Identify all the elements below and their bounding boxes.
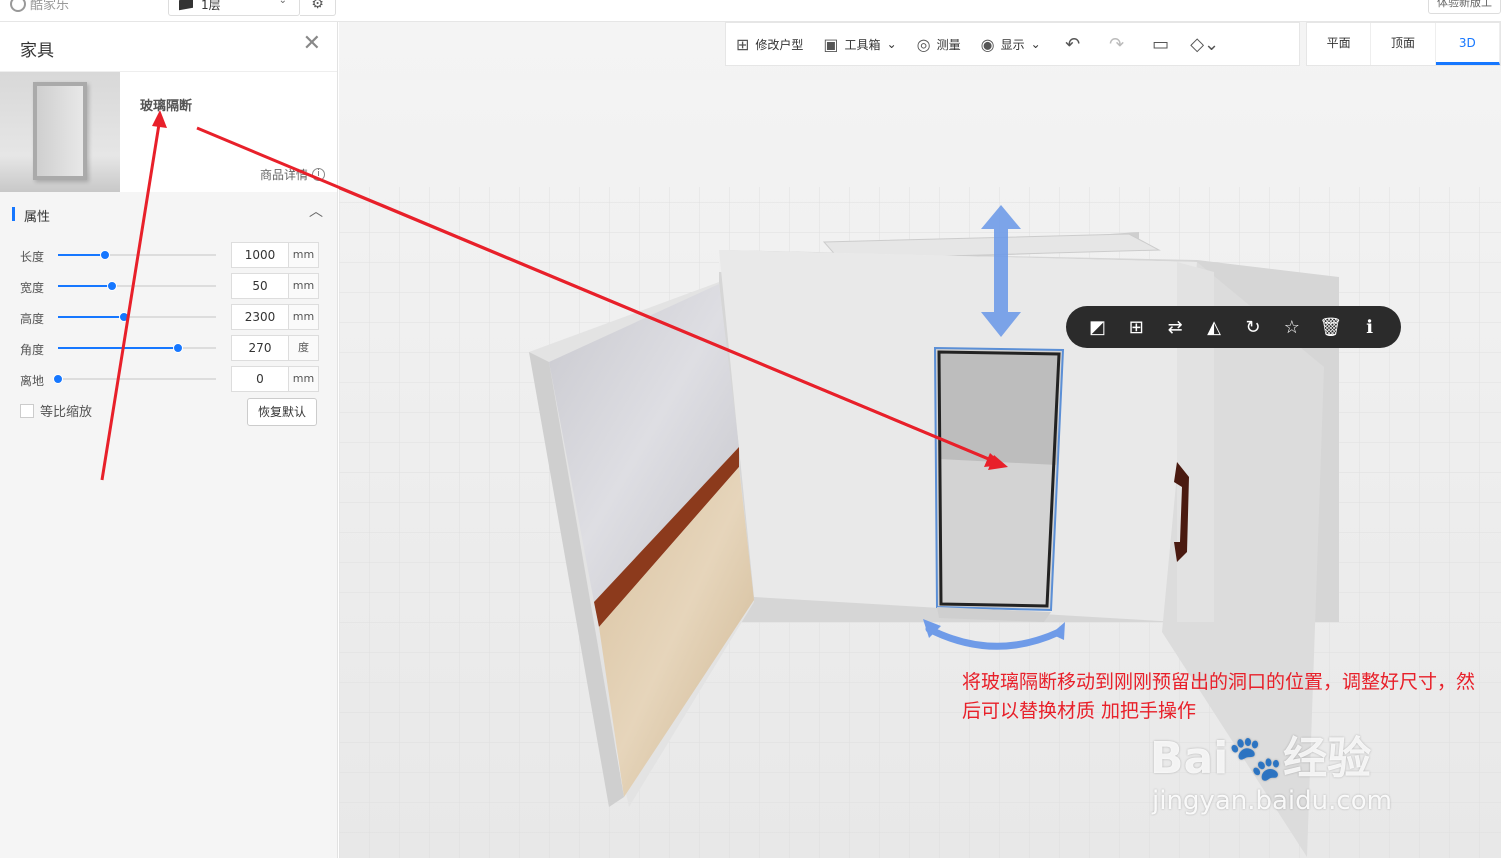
attribute-value-input[interactable]: 50 <box>231 273 289 299</box>
chevron-down-icon: ⌄ <box>886 37 897 51</box>
undo-icon[interactable]: ↶ <box>1051 22 1095 66</box>
swap-icon[interactable]: ⇄ <box>1161 317 1189 338</box>
floor-select[interactable]: 1层 ⌄ <box>168 0 300 16</box>
slider-handle[interactable] <box>173 343 184 353</box>
furniture-panel: 家具 ✕ 玻璃隔断 商品详情 i 属性 ︿ 长度 1000 mm 宽度 50 mm 高度 23… <box>0 22 338 858</box>
save-icon[interactable]: ▭ <box>1139 22 1183 66</box>
chevron-down-icon: ⌄ <box>1030 37 1041 51</box>
toolbox-icon: ▣ <box>823 34 839 54</box>
product-thumbnail <box>0 72 120 192</box>
proportional-label: 等比缩放 <box>40 405 93 420</box>
app-logo[interactable]: 酷家乐 <box>10 0 69 13</box>
toolbar-measure[interactable]: ◎ 测量 <box>907 22 971 66</box>
attribute-slider[interactable] <box>58 343 216 353</box>
tab-3d[interactable]: 3D <box>1435 23 1500 65</box>
attribute-label: 角度 <box>20 343 45 357</box>
attributes-header[interactable]: 属性 ︿ <box>0 192 337 232</box>
slider-handle[interactable] <box>53 374 63 384</box>
logo-icon <box>10 0 26 12</box>
section-marker <box>12 207 15 221</box>
attribute-label: 长度 <box>20 250 45 264</box>
toolbar-measure-label: 测量 <box>936 37 961 52</box>
attribute-label: 宽度 <box>20 281 45 295</box>
replace-material-icon[interactable]: ◩ <box>1083 317 1111 338</box>
attribute-unit: 度 <box>288 335 319 361</box>
attribute-slider[interactable] <box>58 250 216 260</box>
attribute-row: 长度 1000 mm <box>0 242 338 268</box>
top-bar: 酷家乐 1层 ⌄ ⚙ 体验新版工 <box>0 0 1501 22</box>
attribute-label: 高度 <box>20 312 45 326</box>
info-icon[interactable]: ℹ <box>1356 317 1384 338</box>
attribute-row: 高度 2300 mm <box>0 304 338 330</box>
mirror-icon[interactable]: ◭ <box>1200 317 1228 338</box>
main-toolbar: ⊞ 修改户型 ▣ 工具箱 ⌄ ◎ 测量 ◉ 显示 ⌄ ↶ ↷ ▭ ◇⌄ <box>725 22 1300 66</box>
delete-icon[interactable]: 🗑 <box>1317 317 1345 338</box>
product-name: 玻璃隔断 <box>140 99 193 114</box>
close-icon[interactable]: ✕ <box>303 32 321 56</box>
attribute-row: 离地 0 mm <box>0 366 338 392</box>
view-tabs: 平面 顶面 3D <box>1306 22 1501 66</box>
attribute-value-input[interactable]: 1000 <box>231 242 289 268</box>
watermark-brand: Bai🐾经验 <box>1150 733 1372 784</box>
attribute-value-input[interactable]: 0 <box>231 366 289 392</box>
floor-cube-icon <box>179 0 193 11</box>
toolbar-toolbox-label: 工具箱 <box>844 37 881 52</box>
attribute-unit: mm <box>288 366 319 392</box>
info-icon: i <box>312 168 325 181</box>
attributes-title: 属性 <box>24 210 51 225</box>
eraser-icon[interactable]: ◇⌄ <box>1183 22 1227 66</box>
product-detail-link[interactable]: 商品详情 i <box>260 166 325 183</box>
attribute-value-input[interactable]: 2300 <box>231 304 289 330</box>
slider-handle[interactable] <box>106 281 117 291</box>
attribute-row: 宽度 50 mm <box>0 273 338 299</box>
attribute-slider[interactable] <box>58 312 216 322</box>
attribute-unit: mm <box>288 273 319 299</box>
panel-title: 家具 <box>20 41 54 61</box>
toolbar-floorplan[interactable]: ⊞ 修改户型 <box>726 22 813 66</box>
favorite-icon[interactable]: ☆ <box>1278 317 1306 338</box>
product-detail-label: 商品详情 <box>259 168 308 182</box>
attribute-row: 角度 270 度 <box>0 335 338 361</box>
product-card: 玻璃隔断 商品详情 i <box>0 72 337 192</box>
floorplan-icon: ⊞ <box>736 34 750 54</box>
logo-text: 酷家乐 <box>30 0 70 13</box>
tab-plan[interactable]: 平面 <box>1307 23 1372 65</box>
slider-handle[interactable] <box>100 250 111 260</box>
try-new-version-button[interactable]: 体验新版工 <box>1428 0 1501 14</box>
attribute-value-input[interactable]: 270 <box>231 335 289 361</box>
rotate-icon[interactable]: ↻ <box>1239 317 1267 338</box>
add-icon[interactable]: ⊞ <box>1122 317 1150 338</box>
annotation-text: 将玻璃隔断移动到刚刚预留出的洞口的位置，调整好尺寸，然后可以替换材质 加把手操作 <box>962 671 1476 722</box>
toolbar-display-label: 显示 <box>1000 37 1025 52</box>
slider-handle[interactable] <box>119 312 130 322</box>
attribute-unit: mm <box>288 304 319 330</box>
proportional-scale[interactable]: 等比缩放 <box>20 401 92 420</box>
chevron-down-icon: ⌄ <box>278 0 287 6</box>
toolbar-display[interactable]: ◉ 显示 ⌄ <box>971 22 1051 66</box>
settings-gear-icon[interactable]: ⚙ <box>300 0 336 16</box>
tab-ceiling[interactable]: 顶面 <box>1371 23 1436 65</box>
redo-icon[interactable]: ↷ <box>1095 22 1139 66</box>
panel-header: 家具 ✕ <box>0 22 337 72</box>
reset-default-button[interactable]: 恢复默认 <box>247 398 317 426</box>
measure-icon: ◎ <box>916 34 931 54</box>
chevron-up-icon[interactable]: ︿ <box>309 201 323 221</box>
attribute-label: 离地 <box>20 374 45 388</box>
floor-label: 1层 <box>201 0 221 12</box>
toolbar-floorplan-label: 修改户型 <box>755 37 804 52</box>
watermark-url: jingyan.baidu.com <box>1152 786 1392 816</box>
attribute-slider[interactable] <box>58 281 216 291</box>
attribute-slider[interactable] <box>53 374 216 384</box>
attribute-unit: mm <box>288 242 319 268</box>
eye-icon: ◉ <box>980 34 995 54</box>
toolbar-toolbox[interactable]: ▣ 工具箱 ⌄ <box>813 22 906 66</box>
object-toolbar: ◩ ⊞ ⇄ ◭ ↻ ☆ 🗑 ℹ <box>1066 306 1401 348</box>
proportional-checkbox[interactable] <box>20 403 34 418</box>
